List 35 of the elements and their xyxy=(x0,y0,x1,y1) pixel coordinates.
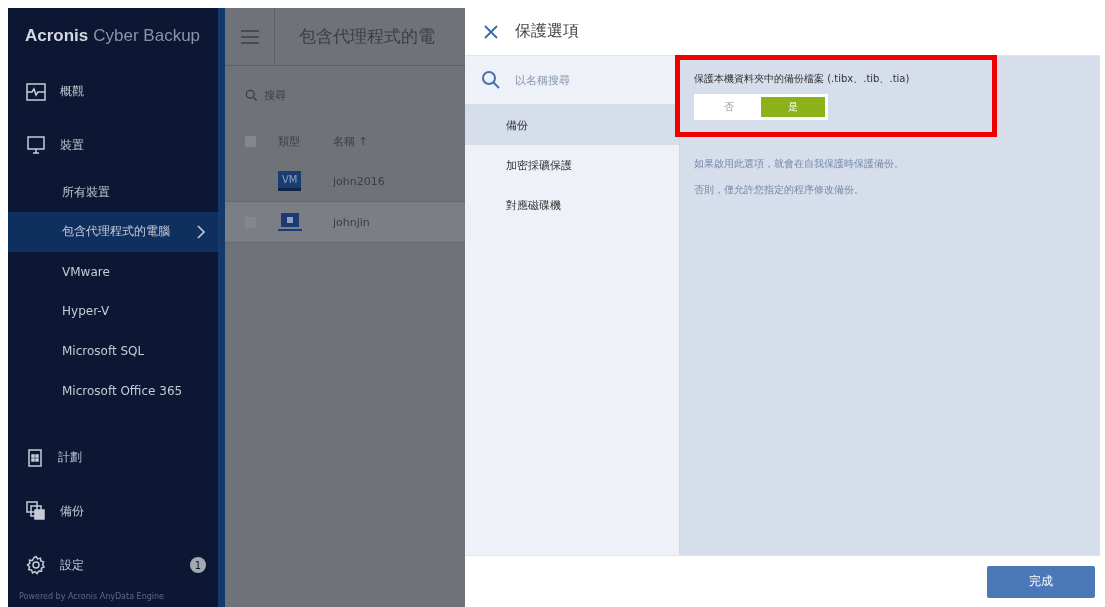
sidebar-item[interactable]: Microsoft SQL xyxy=(8,331,218,372)
settings-icon xyxy=(26,555,46,576)
sidebar-item[interactable]: 設定 1 xyxy=(8,538,218,592)
plan-icon xyxy=(26,447,44,468)
description-text: 否則，僅允許您指定的程序修改備份。 xyxy=(694,183,865,197)
nav-item[interactable]: 加密採礦保護 xyxy=(465,145,679,185)
done-button[interactable]: 完成 xyxy=(987,565,1095,598)
sidebar-item[interactable]: 概觀 xyxy=(8,64,218,119)
copies-icon xyxy=(26,501,46,522)
sidebar-item[interactable]: 計劃 xyxy=(8,430,218,485)
option-label: 保護本機資料夾中的備份檔案 (.tibx、.tib、.tia) xyxy=(694,72,911,86)
powered-by-text: Powered by Acronis AnyData Engine xyxy=(18,591,165,603)
monitor-icon xyxy=(26,135,46,156)
description-text: 如果啟用此選項，就會在自我保護時保護備份。 xyxy=(694,157,905,171)
search-icon xyxy=(245,89,258,102)
sidebar-item[interactable]: Microsoft Office 365 xyxy=(8,371,218,411)
dialog-title: 保護選項 xyxy=(515,21,579,42)
notification-badge: 1 xyxy=(190,557,206,574)
menu-icon xyxy=(240,29,259,44)
sidebar-item[interactable]: 所有裝置 xyxy=(8,172,218,212)
chevron-right-icon xyxy=(197,224,206,239)
vm-icon: VM xyxy=(278,171,302,191)
sidebar-item[interactable]: 包含代理程式的電腦 xyxy=(8,211,218,252)
search-icon xyxy=(481,70,501,90)
nav-item[interactable]: 對應磁碟機 xyxy=(465,185,679,225)
sidebar-item[interactable]: Hyper-V xyxy=(8,291,218,332)
computer-icon xyxy=(278,212,302,232)
nav-item[interactable]: 備份 xyxy=(465,105,679,145)
sidebar-item[interactable]: 裝置 xyxy=(8,118,218,173)
table-cell: johnjin xyxy=(333,215,370,229)
sidebar-item[interactable]: 備份 xyxy=(8,484,218,539)
app-logo: Acronis Cyber Backup xyxy=(24,25,202,48)
sidebar-item[interactable]: VMware xyxy=(8,251,218,292)
close-button[interactable] xyxy=(483,23,499,40)
monitor-pulse-icon xyxy=(26,81,46,102)
